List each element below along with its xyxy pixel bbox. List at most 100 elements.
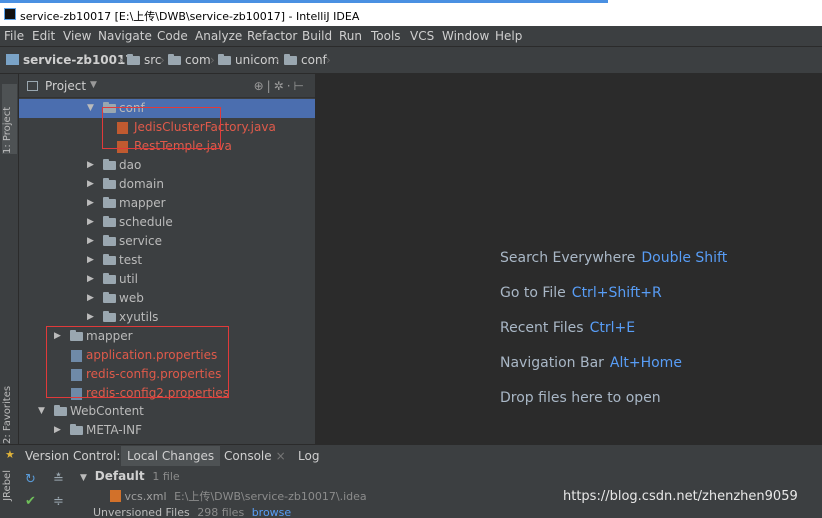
hint-go-to-file: Go to File Ctrl+Shift+R	[500, 285, 662, 301]
tree-item-xyutils[interactable]: ▶ xyutils	[19, 308, 315, 327]
version-control-label: Version Control:	[25, 449, 121, 463]
breadcrumb-separator: ›	[210, 53, 215, 67]
menu-bar: File Edit View Navigate Code Analyze Ref…	[0, 26, 822, 46]
window-title: service-zb10017 [E:\上传\DWB\service-zb100…	[20, 10, 360, 23]
commit-icon[interactable]: ✔	[25, 494, 36, 509]
tab-favorites[interactable]: 2: Favorites	[2, 374, 17, 444]
collapse-arrow-icon[interactable]: ▶	[87, 194, 94, 213]
project-panel-header: Project ▼ ⊕|✲·⊢	[19, 74, 315, 98]
menu-view[interactable]: View	[63, 29, 91, 43]
editor-area: Search Everywhere Double Shift Go to File…	[315, 74, 822, 444]
collapse-arrow-icon[interactable]: ▶	[87, 213, 94, 232]
highlight-box	[102, 107, 221, 149]
browse-link[interactable]: browse	[252, 506, 292, 518]
tree-item-test[interactable]: ▶ test	[19, 251, 315, 270]
tree-item-util[interactable]: ▶ util	[19, 270, 315, 289]
folder-icon	[103, 159, 116, 170]
collapse-arrow-icon[interactable]: ▶	[87, 156, 94, 175]
watermark-text: https://blog.csdn.net/zhenzhen9059	[563, 489, 798, 504]
folder-icon	[70, 424, 83, 435]
tab-project[interactable]: 1: Project	[2, 84, 17, 154]
project-view-icon	[27, 81, 38, 91]
breadcrumb-src[interactable]: src	[127, 53, 162, 67]
tree-item-mapper[interactable]: ▶ mapper	[19, 194, 315, 213]
star-icon: ★	[5, 448, 15, 461]
folder-icon	[103, 178, 116, 189]
tab-log[interactable]: Log	[298, 449, 319, 463]
tab-console[interactable]: Console ×	[224, 449, 286, 463]
intellij-icon	[4, 8, 16, 20]
menu-build[interactable]: Build	[302, 29, 332, 43]
menu-run[interactable]: Run	[339, 29, 362, 43]
tab-jrebel[interactable]: JRebel	[2, 470, 13, 501]
folder-icon	[218, 54, 231, 65]
folder-icon	[54, 405, 67, 416]
menu-analyze[interactable]: Analyze	[195, 29, 242, 43]
menu-navigate[interactable]: Navigate	[98, 29, 152, 43]
menu-code[interactable]: Code	[157, 29, 188, 43]
collapse-arrow-icon[interactable]: ▶	[87, 308, 94, 327]
folder-icon	[127, 54, 140, 65]
panel-tools[interactable]: ⊕|✲·⊢	[254, 79, 307, 93]
breadcrumb-separator: ›	[119, 53, 124, 67]
breadcrumb-com[interactable]: com	[168, 53, 211, 67]
breadcrumb-separator: ›	[160, 53, 165, 67]
changed-file-row[interactable]: vcs.xml E:\上传\DWB\service-zb10017\.idea	[110, 488, 367, 504]
menu-vcs[interactable]: VCS	[410, 29, 434, 43]
menu-window[interactable]: Window	[442, 29, 489, 43]
folder-icon	[103, 292, 116, 303]
changelist-default[interactable]: ▼ Default 1 file	[80, 469, 180, 483]
tree-item-meta-inf[interactable]: ▶ META-INF	[19, 421, 315, 440]
menu-refactor[interactable]: Refactor	[247, 29, 297, 43]
project-panel-title[interactable]: Project	[45, 79, 86, 93]
menu-edit[interactable]: Edit	[32, 29, 55, 43]
menu-tools[interactable]: Tools	[371, 29, 401, 43]
folder-icon	[103, 235, 116, 246]
expand-arrow-icon[interactable]: ▼	[87, 99, 94, 118]
hint-drop-files: Drop files here to open	[500, 390, 661, 406]
expand-all-icon[interactable]: ≛	[53, 472, 64, 487]
diff-icon[interactable]: ≑	[53, 494, 64, 509]
bottom-tool-tabs: ★ Version Control: Local Changes Console…	[0, 444, 822, 466]
collapse-arrow-icon[interactable]: ▶	[54, 421, 61, 440]
breadcrumb-unicom[interactable]: unicom	[218, 53, 279, 67]
xml-file-icon	[110, 490, 121, 502]
folder-icon	[103, 216, 116, 227]
expand-arrow-icon[interactable]: ▼	[38, 402, 45, 421]
tree-item-dao[interactable]: ▶ dao	[19, 156, 315, 175]
hint-search-everywhere: Search Everywhere Double Shift	[500, 250, 728, 266]
hint-recent-files: Recent Files Ctrl+E	[500, 320, 636, 336]
collapse-arrow-icon[interactable]: ▶	[87, 175, 94, 194]
collapse-arrow-icon[interactable]: ▶	[87, 289, 94, 308]
refresh-icon[interactable]: ↻	[25, 472, 36, 487]
vcs-toolbar: ↻ ≛ ✔ ≑	[19, 466, 73, 518]
folder-icon	[284, 54, 297, 65]
breadcrumb-separator: ›	[326, 53, 331, 67]
menu-help[interactable]: Help	[495, 29, 522, 43]
unversioned-files-row[interactable]: Unversioned Files 298 files browse	[93, 506, 291, 518]
collapse-arrow-icon[interactable]: ▶	[87, 251, 94, 270]
hint-navigation-bar: Navigation Bar Alt+Home	[500, 355, 682, 371]
close-icon[interactable]: ×	[276, 449, 286, 463]
breadcrumb-module[interactable]: service-zb10017	[6, 53, 134, 67]
folder-icon	[103, 254, 116, 265]
breadcrumb: service-zb10017 › src › com › unicom › c…	[0, 46, 822, 74]
tree-item-schedule[interactable]: ▶ schedule	[19, 213, 315, 232]
left-tool-strip: 1: Project 2: Favorites	[0, 74, 19, 444]
tree-item-webcontent[interactable]: ▼ WebContent	[19, 402, 315, 421]
tree-item-domain[interactable]: ▶ domain	[19, 175, 315, 194]
chevron-down-icon[interactable]: ▼	[90, 80, 97, 90]
collapse-arrow-icon[interactable]: ▶	[87, 270, 94, 289]
folder-icon	[168, 54, 181, 65]
breadcrumb-conf[interactable]: conf	[284, 53, 327, 67]
tree-item-web[interactable]: ▶ web	[19, 289, 315, 308]
collapse-arrow-icon[interactable]: ▶	[87, 232, 94, 251]
folder-icon	[103, 311, 116, 322]
tab-local-changes[interactable]: Local Changes	[121, 446, 221, 466]
menu-file[interactable]: File	[4, 29, 24, 43]
highlight-box	[46, 326, 229, 398]
title-bar: service-zb10017 [E:\上传\DWB\service-zb100…	[0, 0, 822, 26]
expand-arrow-icon[interactable]: ▼	[80, 473, 87, 483]
tree-item-service[interactable]: ▶ service	[19, 232, 315, 251]
folder-icon	[103, 197, 116, 208]
